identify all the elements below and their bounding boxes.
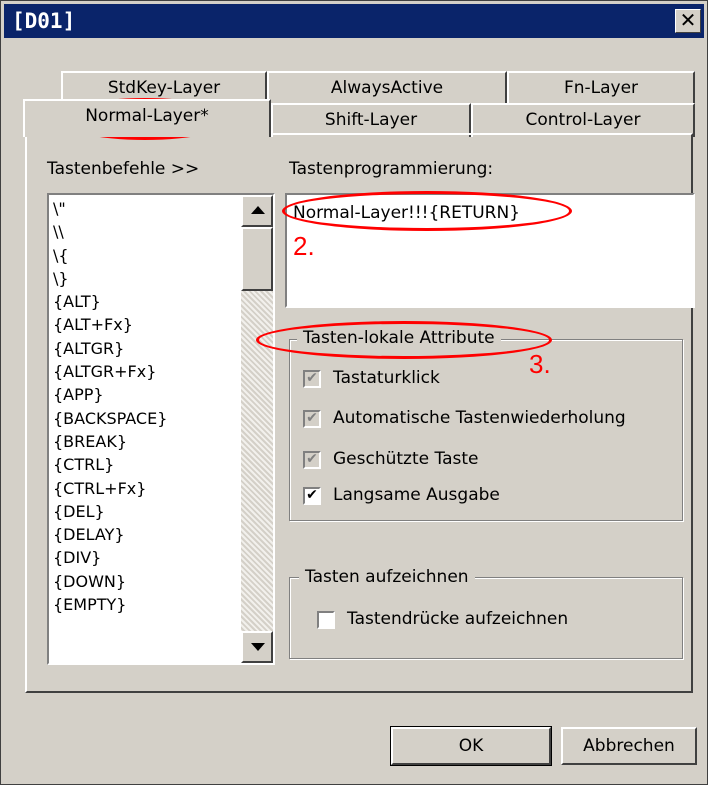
close-button[interactable]: ✕: [675, 9, 701, 33]
list-item[interactable]: {BREAK}: [53, 430, 167, 453]
list-item[interactable]: \{: [53, 244, 167, 267]
annotation-number-3: 3.: [529, 349, 551, 379]
list-item[interactable]: \\: [53, 220, 167, 243]
list-item[interactable]: {ALTGR+Fx}: [53, 360, 167, 383]
dialog-window: [D01] ✕ StdKey-Layer AlwaysActive Fn-Lay…: [0, 0, 708, 785]
protected-key-checkbox: ✔: [303, 451, 321, 469]
list-item[interactable]: {ALT+Fx}: [53, 313, 167, 336]
scroll-down-button[interactable]: [241, 631, 273, 663]
tab-shift-layer[interactable]: Shift-Layer: [271, 103, 471, 137]
tab-alwaysactive[interactable]: AlwaysActive: [267, 71, 507, 105]
commands-header[interactable]: Tastenbefehle >>: [47, 159, 199, 179]
list-item[interactable]: {APP}: [53, 383, 167, 406]
ok-button[interactable]: OK: [390, 726, 552, 766]
arrow-up-icon: [251, 206, 265, 214]
record-keystrokes-checkbox[interactable]: [317, 611, 335, 629]
auto-repeat-label: Automatische Tastenwiederholung: [333, 408, 626, 428]
slow-output-checkbox[interactable]: ✔: [303, 487, 321, 505]
record-legend: Tasten aufzeichnen: [299, 567, 475, 587]
auto-repeat-checkbox: ✔: [303, 410, 321, 428]
commands-list: \" \\ \{ \} {ALT} {ALT+Fx} {ALTGR} {ALTG…: [53, 197, 167, 616]
title-bar: [D01] ✕: [4, 4, 704, 38]
window-title: [D01]: [12, 9, 76, 33]
slow-output-label[interactable]: Langsame Ausgabe: [333, 485, 500, 505]
protected-key-label: Geschützte Taste: [333, 449, 479, 469]
list-item[interactable]: {BACKSPACE}: [53, 407, 167, 430]
list-item[interactable]: {DOWN}: [53, 570, 167, 593]
tab-fn-layer[interactable]: Fn-Layer: [507, 71, 695, 105]
tab-control-layer[interactable]: Control-Layer: [471, 103, 695, 137]
arrow-down-icon: [251, 643, 265, 651]
annotation-ellipse-3: [256, 321, 552, 359]
commands-listbox[interactable]: \" \\ \{ \} {ALT} {ALT+Fx} {ALTGR} {ALTG…: [47, 193, 275, 665]
annotation-number-2: 2.: [293, 231, 315, 261]
list-item[interactable]: {EMPTY}: [53, 593, 167, 616]
scroll-thumb[interactable]: [241, 227, 273, 291]
list-item[interactable]: {DELAY}: [53, 523, 167, 546]
list-item[interactable]: {CTRL+Fx}: [53, 477, 167, 500]
list-item[interactable]: \": [53, 197, 167, 220]
record-keystrokes-label[interactable]: Tastendrücke aufzeichnen: [347, 609, 568, 629]
annotation-ellipse-2: [282, 191, 572, 231]
list-item[interactable]: {CTRL}: [53, 453, 167, 476]
tab-normal-layer[interactable]: Normal-Layer*: [23, 99, 271, 137]
list-item[interactable]: {ALT}: [53, 290, 167, 313]
scroll-up-button[interactable]: [241, 195, 273, 227]
tastaturklick-label: Tastaturklick: [333, 368, 440, 388]
programming-label: Tastenprogrammierung:: [289, 159, 494, 179]
list-item[interactable]: {ALTGR}: [53, 337, 167, 360]
list-item[interactable]: \}: [53, 267, 167, 290]
commands-scrollbar[interactable]: [241, 195, 273, 663]
list-item[interactable]: {DIV}: [53, 546, 167, 569]
list-item[interactable]: {DEL}: [53, 500, 167, 523]
tastaturklick-checkbox: ✔: [303, 370, 321, 388]
cancel-button[interactable]: Abbrechen: [561, 727, 697, 765]
